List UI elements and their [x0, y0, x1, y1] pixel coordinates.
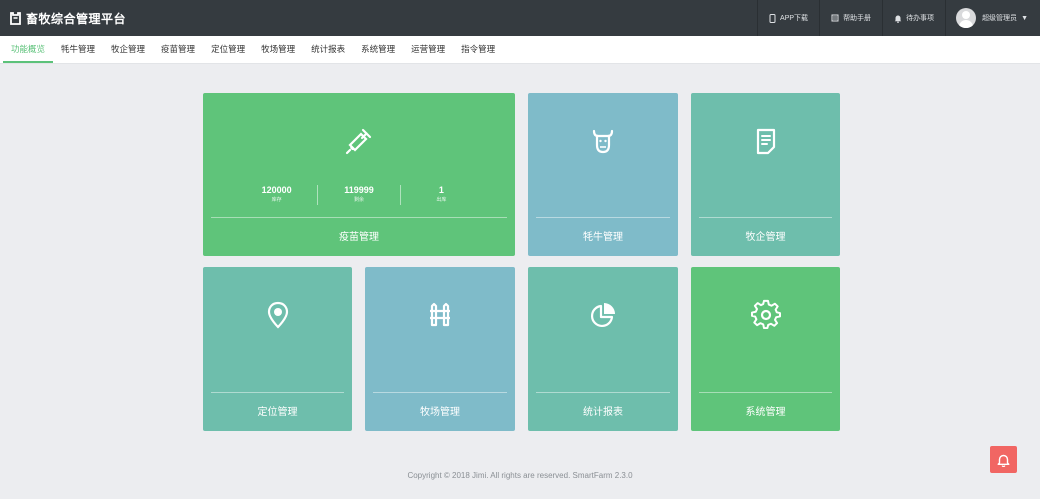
tile-divider: [211, 392, 344, 393]
tab-yak[interactable]: 牦牛管理: [53, 36, 103, 63]
yak-icon: [587, 125, 619, 157]
main-nav: 功能概览 牦牛管理 牧企管理 疫苗管理 定位管理 牧场管理 统计报表 系统管理 …: [0, 36, 1040, 64]
tile-ranch-label: 牧场管理: [420, 407, 460, 418]
brand[interactable]: 畜牧综合管理平台: [10, 0, 126, 36]
app-download-link[interactable]: APP下载: [757, 0, 819, 36]
tile-vaccine-label: 疫苗管理: [339, 232, 379, 243]
tab-system[interactable]: 系统管理: [353, 36, 403, 63]
tile-statistics[interactable]: 统计报表: [528, 267, 678, 431]
stat-inventory: 120000 库存: [236, 185, 319, 205]
stat-outbound-label: 出库: [436, 197, 447, 203]
book-icon: [831, 14, 839, 22]
phone-icon: [769, 13, 776, 23]
tile-yak[interactable]: 牦牛管理: [528, 93, 678, 256]
tile-enterprise-label: 牧企管理: [745, 232, 786, 243]
tile-statistics-label: 统计报表: [583, 407, 623, 418]
stat-outbound: 1 出库: [401, 185, 482, 205]
tile-divider: [536, 217, 670, 218]
help-manual-link[interactable]: 帮助手册: [819, 0, 882, 36]
tile-divider: [211, 217, 507, 218]
vaccine-stats: 120000 库存 119999 剩余 1 出库: [236, 185, 482, 205]
user-menu[interactable]: 超级管理员 ▼: [945, 0, 1040, 36]
bell-icon: [997, 454, 1010, 467]
header-actions: APP下载 帮助手册 待办事项 超级管理员 ▼: [757, 0, 1040, 36]
tile-divider: [536, 392, 670, 393]
tile-vaccine[interactable]: 120000 库存 119999 剩余 1 出库 疫苗管理: [203, 93, 515, 256]
tab-overview[interactable]: 功能概览: [3, 36, 54, 63]
document-icon: [750, 125, 782, 157]
stat-remaining-value: 119999: [344, 185, 374, 195]
todo-label: 待办事项: [906, 15, 935, 22]
tab-vaccine[interactable]: 疫苗管理: [153, 36, 203, 63]
tab-ranch[interactable]: 牧场管理: [253, 36, 303, 63]
gear-icon: [750, 299, 782, 331]
brand-title: 畜牧综合管理平台: [26, 11, 127, 26]
avatar: [956, 8, 977, 28]
todo-link[interactable]: 待办事项: [882, 0, 945, 36]
tile-divider: [373, 392, 507, 393]
fence-icon: [424, 299, 456, 331]
stat-outbound-value: 1: [438, 185, 444, 195]
syringe-icon: [343, 125, 375, 157]
tile-divider: [699, 217, 832, 218]
tile-divider: [699, 392, 832, 393]
help-manual-label: 帮助手册: [843, 15, 872, 22]
bell-icon: [894, 15, 902, 23]
tile-yak-label: 牦牛管理: [583, 232, 623, 243]
notification-button[interactable]: [990, 446, 1017, 473]
tile-system-label: 系统管理: [745, 407, 786, 418]
tab-operations[interactable]: 运营管理: [403, 36, 453, 63]
tile-system[interactable]: 系统管理: [691, 267, 840, 431]
app-download-label: APP下载: [780, 15, 809, 22]
footer-copyright: Copyright © 2018 Jimi. All rights are re…: [407, 471, 633, 480]
location-pin-icon: [262, 299, 294, 331]
tile-location[interactable]: 定位管理: [203, 267, 352, 431]
brand-logo-icon: [10, 11, 21, 25]
stat-inventory-label: 库存: [271, 197, 282, 203]
tile-location-label: 定位管理: [257, 407, 298, 418]
stat-remaining: 119999 剩余: [318, 185, 401, 205]
tab-statistics[interactable]: 统计报表: [303, 36, 353, 63]
pie-chart-icon: [587, 299, 619, 331]
tile-enterprise[interactable]: 牧企管理: [691, 93, 840, 256]
tile-ranch[interactable]: 牧场管理: [365, 267, 515, 431]
stat-inventory-value: 120000: [261, 185, 292, 195]
tab-enterprise[interactable]: 牧企管理: [103, 36, 153, 63]
stat-remaining-label: 剩余: [353, 197, 364, 203]
user-name: 超级管理员: [982, 15, 1018, 22]
tab-location[interactable]: 定位管理: [203, 36, 253, 63]
tab-commands[interactable]: 指令管理: [453, 36, 503, 63]
chevron-down-icon: ▼: [1021, 14, 1028, 22]
top-header: 畜牧综合管理平台 APP下载 帮助手册 待办事项 超级管理员 ▼: [0, 0, 1040, 36]
